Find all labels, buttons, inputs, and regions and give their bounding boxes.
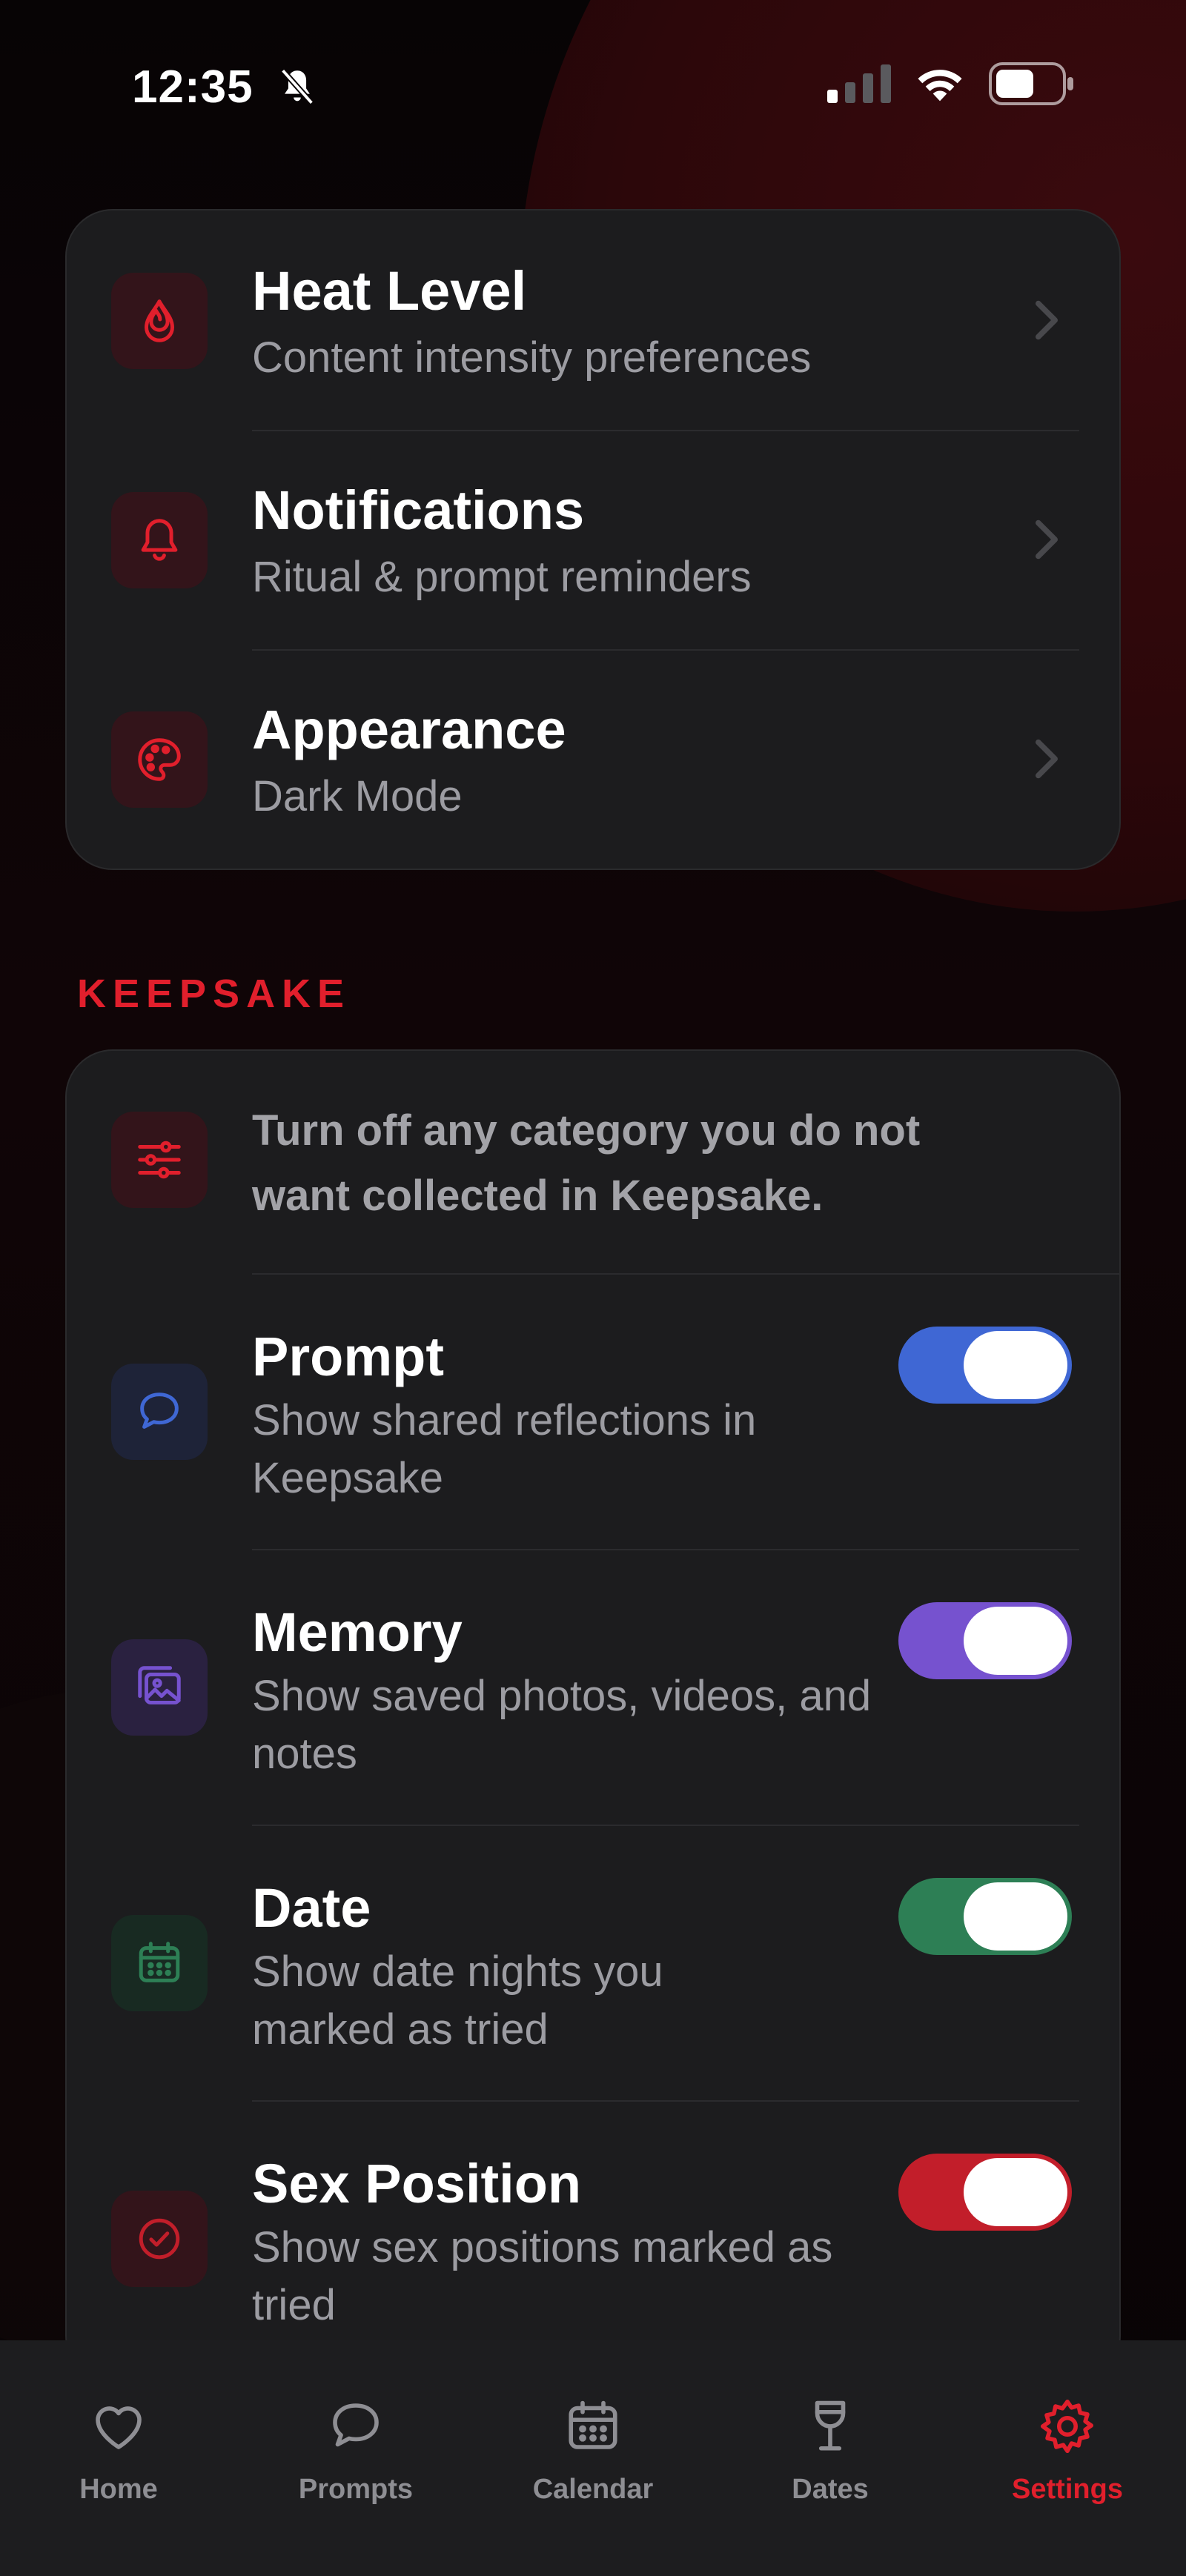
chevron-right-icon xyxy=(1036,739,1058,779)
tab-prompts[interactable]: Prompts xyxy=(263,2395,448,2506)
notifications-row[interactable]: Notifications Ritual & prompt reminders xyxy=(67,430,1119,649)
date-toggle[interactable] xyxy=(898,1878,1072,1955)
tab-home[interactable]: Home xyxy=(26,2395,211,2506)
toggle-knob xyxy=(964,1331,1067,1399)
prompt-title: Prompt xyxy=(252,1326,444,1387)
sex-position-toggle[interactable] xyxy=(898,2154,1072,2231)
settings-screen: 12:35 Heat Level Content intensity prefe… xyxy=(0,0,1186,2576)
keepsake-item-sex-position: Sex Position Show sex positions marked a… xyxy=(67,2100,1119,2376)
calendar-icon xyxy=(139,1942,180,1982)
status-indicators xyxy=(827,62,1075,105)
toggle-knob xyxy=(964,2158,1067,2226)
keepsake-section-label: KEEPSAKE xyxy=(77,972,351,1016)
appearance-row[interactable]: Appearance Dark Mode xyxy=(67,649,1119,869)
memory-subtitle: Show saved photos, videos, and notes xyxy=(252,1672,872,1778)
sex-position-subtitle: Show sex positions marked as tried xyxy=(252,2223,833,2329)
battery-icon xyxy=(989,62,1073,105)
heat-level-subtitle: Content intensity preferences xyxy=(252,333,812,382)
date-subtitle: Show date nights you marked as tried xyxy=(252,1948,663,2054)
memory-toggle[interactable] xyxy=(898,1602,1072,1679)
gear-icon xyxy=(1040,2399,1093,2454)
keepsake-intro-text: Turn off any category you do not want co… xyxy=(252,1106,921,1220)
photos-icon xyxy=(138,1666,181,1704)
palette-icon xyxy=(138,738,181,781)
toggle-knob xyxy=(964,1882,1067,1951)
tab-dates[interactable]: Dates xyxy=(738,2395,923,2506)
silent-bell-icon xyxy=(280,68,314,105)
date-title: Date xyxy=(252,1877,371,1939)
heat-level-title: Heat Level xyxy=(252,260,527,322)
memory-title: Memory xyxy=(252,1601,463,1663)
prompt-toggle[interactable] xyxy=(898,1327,1072,1404)
settings-card: Heat Level Content intensity preferences… xyxy=(65,209,1121,870)
tab-dates-label: Dates xyxy=(792,2474,869,2505)
tab-settings-label: Settings xyxy=(1012,2474,1123,2505)
notifications-title: Notifications xyxy=(252,479,585,541)
heart-icon xyxy=(96,2406,142,2449)
cellular-signal-icon xyxy=(827,64,891,103)
tab-calendar[interactable]: Calendar xyxy=(500,2395,686,2506)
keepsake-item-memory: Memory Show saved photos, videos, and no… xyxy=(67,1549,1119,1825)
calendar-icon-box xyxy=(111,1915,208,2011)
checkmark-circle-icon-box xyxy=(111,2191,208,2287)
tab-settings[interactable]: Settings xyxy=(975,2395,1160,2506)
toggle-knob xyxy=(964,1607,1067,1675)
flame-icon xyxy=(145,299,174,342)
photos-icon-box xyxy=(111,1639,208,1736)
keepsake-intro-row: Turn off any category you do not want co… xyxy=(67,1051,1119,1273)
chevron-right-icon xyxy=(1036,519,1058,560)
checkmark-circle-icon xyxy=(139,2218,180,2260)
keepsake-item-date: Date Show date nights you marked as trie… xyxy=(67,1825,1119,2100)
tab-home-label: Home xyxy=(79,2474,158,2505)
flame-icon-box xyxy=(111,273,208,369)
chat-bubble-icon-box xyxy=(111,1364,208,1460)
bell-icon-box xyxy=(111,492,208,588)
sex-position-title: Sex Position xyxy=(252,2153,582,2214)
appearance-subtitle: Dark Mode xyxy=(252,772,463,820)
palette-icon-box xyxy=(111,711,208,808)
wine-glass-icon xyxy=(815,2400,846,2451)
chat-bubble-icon xyxy=(140,1392,179,1429)
status-time: 12:35 xyxy=(132,62,254,113)
notifications-subtitle: Ritual & prompt reminders xyxy=(252,553,752,601)
tab-calendar-label: Calendar xyxy=(532,2474,654,2505)
sliders-icon xyxy=(138,1141,181,1179)
tab-prompts-label: Prompts xyxy=(298,2474,414,2505)
wifi-icon xyxy=(918,70,962,102)
calendar-icon xyxy=(569,2400,617,2449)
tab-bar: Home Prompts Calendar Dates Settings xyxy=(0,2340,1186,2576)
sliders-icon-box xyxy=(111,1112,208,1208)
chevron-right-icon xyxy=(1036,300,1058,340)
bell-icon xyxy=(141,519,178,561)
keepsake-card: Turn off any category you do not want co… xyxy=(65,1049,1121,2383)
appearance-title: Appearance xyxy=(252,699,566,760)
heat-level-row[interactable]: Heat Level Content intensity preferences xyxy=(67,210,1119,430)
keepsake-item-prompt: Prompt Show shared reflections in Keepsa… xyxy=(67,1273,1119,1549)
prompt-subtitle: Show shared reflections in Keepsake xyxy=(252,1396,757,1502)
chat-bubble-icon xyxy=(333,2403,379,2447)
